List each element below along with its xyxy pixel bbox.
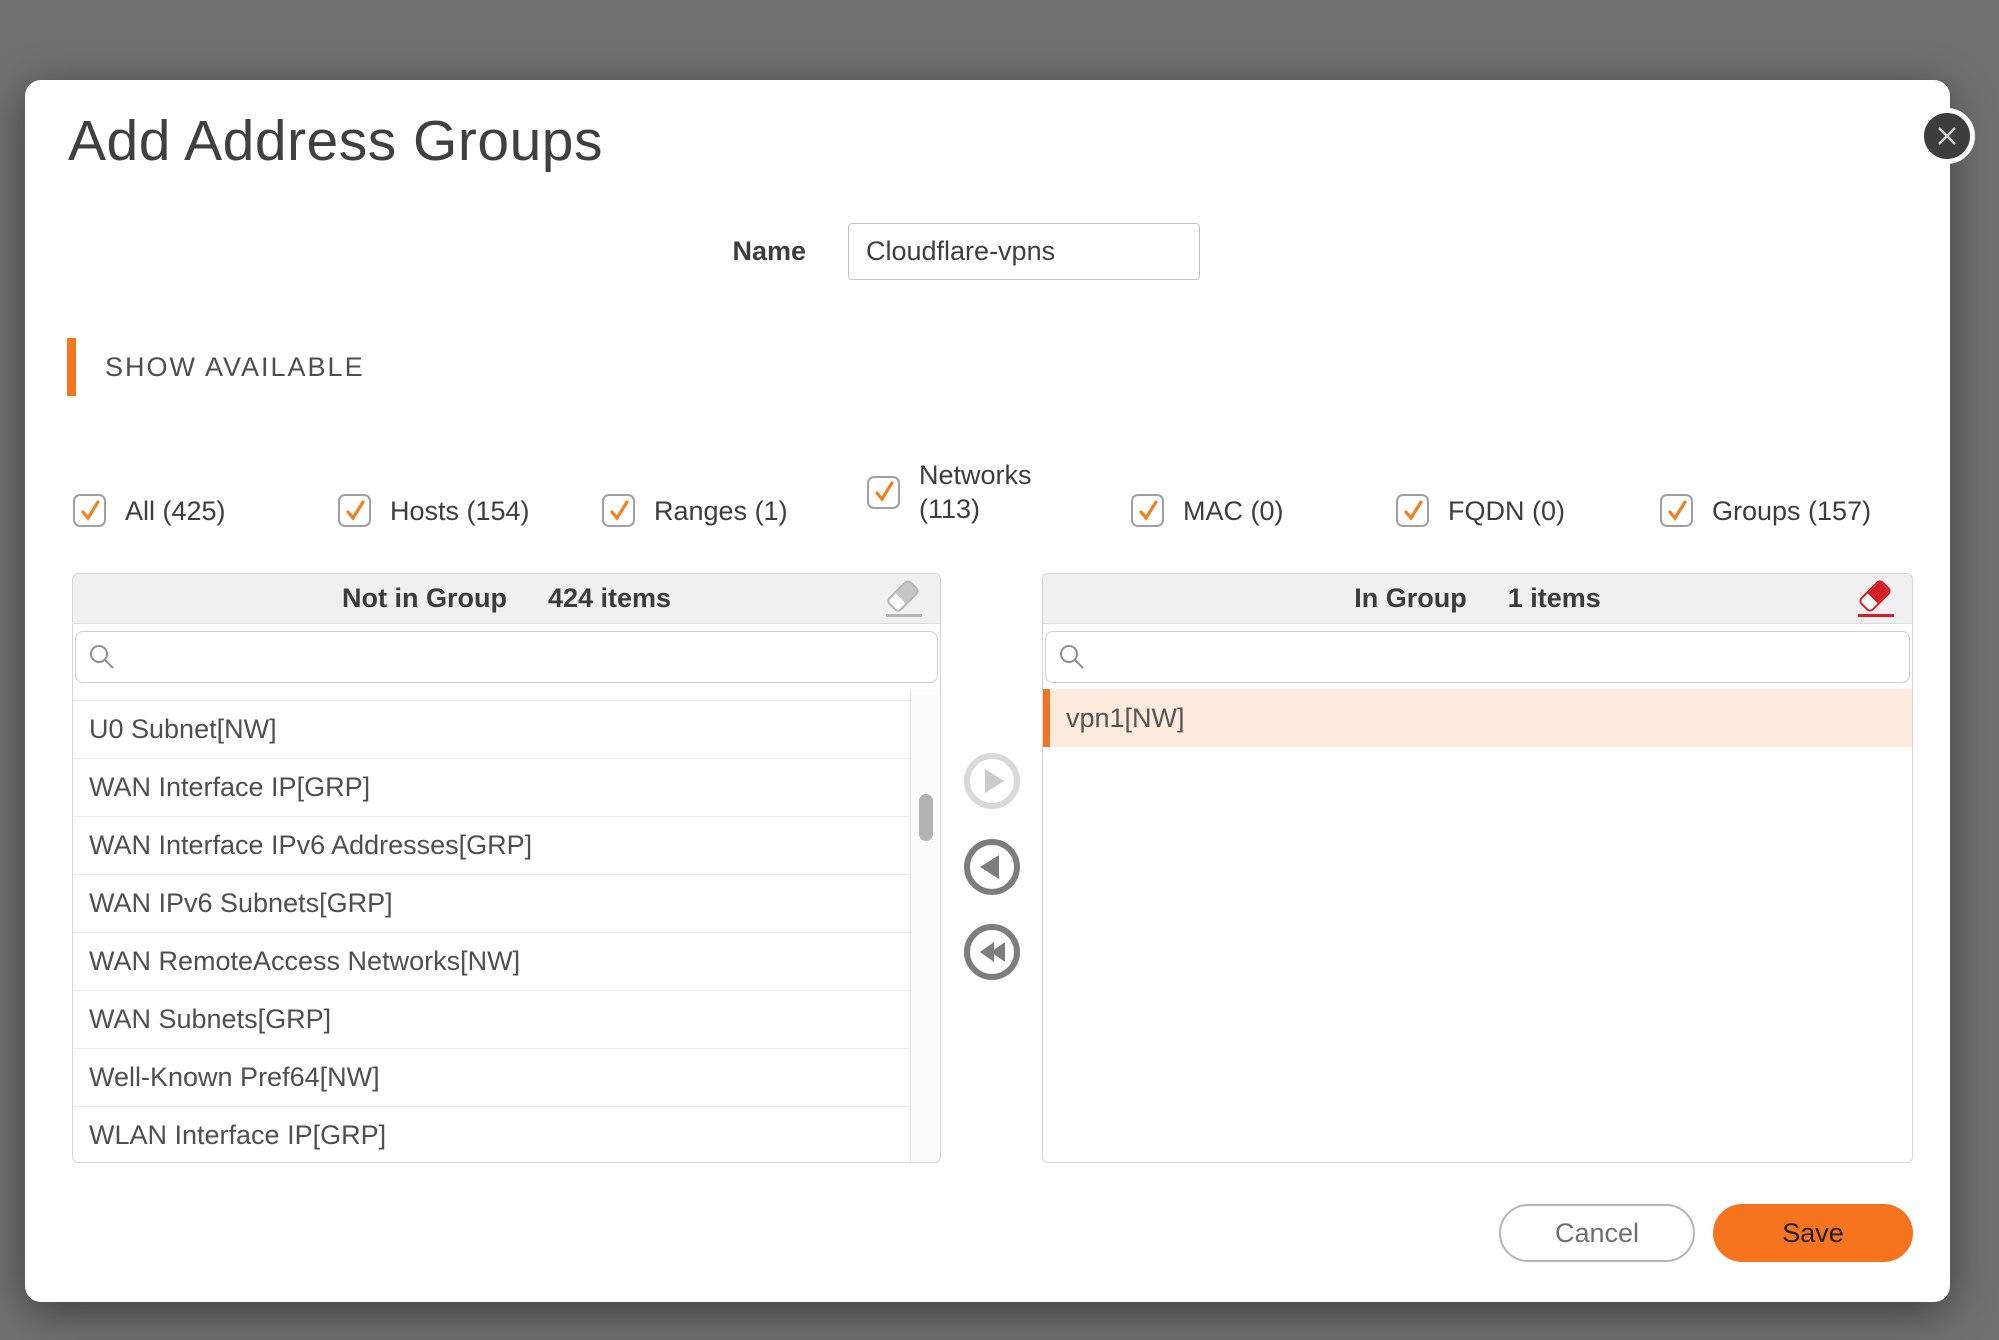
close-button[interactable] (1919, 108, 1975, 164)
filter-label: MAC (0) (1183, 494, 1284, 528)
in-group-panel: In Group 1 items vpn1[NW] (1042, 573, 1913, 1163)
checkbox-hosts[interactable] (338, 494, 371, 527)
show-available-section: SHOW AVAILABLE (67, 338, 365, 396)
checkbox-all[interactable] (73, 494, 106, 527)
checkbox-ranges[interactable] (602, 494, 635, 527)
list-item[interactable]: Well-Known Pref64[NW] (73, 1049, 910, 1107)
not-in-group-list: U0 Subnet[NW] WAN Interface IP[GRP] WAN … (73, 689, 910, 1162)
checkbox-groups[interactable] (1660, 494, 1693, 527)
arrow-left-icon (980, 855, 999, 879)
eraser-icon (1857, 578, 1892, 613)
check-icon (871, 479, 897, 505)
filter-label: Hosts (154) (390, 494, 530, 528)
check-icon (1664, 498, 1690, 524)
name-label: Name (585, 236, 806, 267)
check-icon (342, 498, 368, 524)
right-search-input[interactable] (1045, 631, 1910, 683)
in-group-header: In Group 1 items (1043, 574, 1912, 624)
section-accent-bar (67, 338, 76, 396)
filter-label: Networks (113) (919, 458, 1047, 526)
section-label: SHOW AVAILABLE (105, 352, 365, 383)
list-item[interactable]: WAN Interface IP[GRP] (73, 759, 910, 817)
clear-selection-button[interactable] (884, 580, 926, 618)
list-item-partial (73, 689, 910, 701)
check-icon (1135, 498, 1161, 524)
list-item[interactable]: WLAN Interface IP[GRP] (73, 1107, 910, 1162)
scrollbar-thumb[interactable] (919, 794, 933, 841)
not-in-group-header: Not in Group 424 items (73, 574, 940, 624)
add-address-groups-dialog: Add Address Groups Name SHOW AVAILABLE A… (25, 80, 1950, 1302)
search-icon (88, 643, 116, 671)
arrow-right-icon (985, 769, 1004, 793)
filter-fqdn: FQDN (0) (1396, 494, 1565, 527)
clear-group-button[interactable] (1856, 580, 1898, 618)
save-button[interactable]: Save (1713, 1204, 1913, 1262)
check-icon (77, 498, 103, 524)
selected-group-member[interactable]: vpn1[NW] (1043, 689, 1912, 747)
checkbox-fqdn[interactable] (1396, 494, 1429, 527)
filter-label: FQDN (0) (1448, 494, 1565, 528)
filter-groups: Groups (157) (1660, 494, 1871, 527)
panel-count: 424 items (548, 583, 671, 614)
filter-label: Groups (157) (1712, 494, 1871, 528)
panel-title: Not in Group (342, 583, 507, 614)
check-icon (606, 498, 632, 524)
right-search-box (1045, 631, 1910, 683)
filter-label: All (425) (125, 494, 226, 528)
eraser-icon (885, 578, 920, 613)
checkbox-mac[interactable] (1131, 494, 1164, 527)
move-right-button[interactable] (964, 753, 1020, 809)
panel-title: In Group (1354, 583, 1466, 614)
checkbox-networks[interactable] (867, 476, 900, 509)
list-item[interactable]: WAN Interface IPv6 Addresses[GRP] (73, 817, 910, 875)
list-item[interactable]: WAN Subnets[GRP] (73, 991, 910, 1049)
filter-all: All (425) (73, 494, 226, 527)
panel-count: 1 items (1508, 583, 1601, 614)
filter-networks: Networks (113) (867, 458, 1047, 526)
cancel-button[interactable]: Cancel (1499, 1204, 1695, 1262)
move-all-left-button[interactable] (964, 924, 1020, 980)
check-icon (1400, 498, 1426, 524)
list-item[interactable]: WAN IPv6 Subnets[GRP] (73, 875, 910, 933)
not-in-group-panel: Not in Group 424 items U0 Subnet[NW] WAN… (72, 573, 941, 1163)
search-icon (1058, 643, 1086, 671)
move-left-button[interactable] (964, 839, 1020, 895)
screen-background: Add Address Groups Name SHOW AVAILABLE A… (0, 0, 1999, 1340)
filter-mac: MAC (0) (1131, 494, 1284, 527)
list-item[interactable]: WAN RemoteAccess Networks[NW] (73, 933, 910, 991)
name-input[interactable] (848, 223, 1200, 280)
close-icon (1934, 123, 1960, 149)
page-title: Add Address Groups (68, 108, 603, 174)
list-item[interactable]: U0 Subnet[NW] (73, 701, 910, 759)
left-list-scrollbar[interactable] (910, 689, 940, 1162)
left-search-input[interactable] (75, 631, 938, 683)
filter-ranges: Ranges (1) (602, 494, 788, 527)
left-search-box (75, 631, 938, 683)
filter-label: Ranges (1) (654, 494, 788, 528)
filter-hosts: Hosts (154) (338, 494, 530, 527)
